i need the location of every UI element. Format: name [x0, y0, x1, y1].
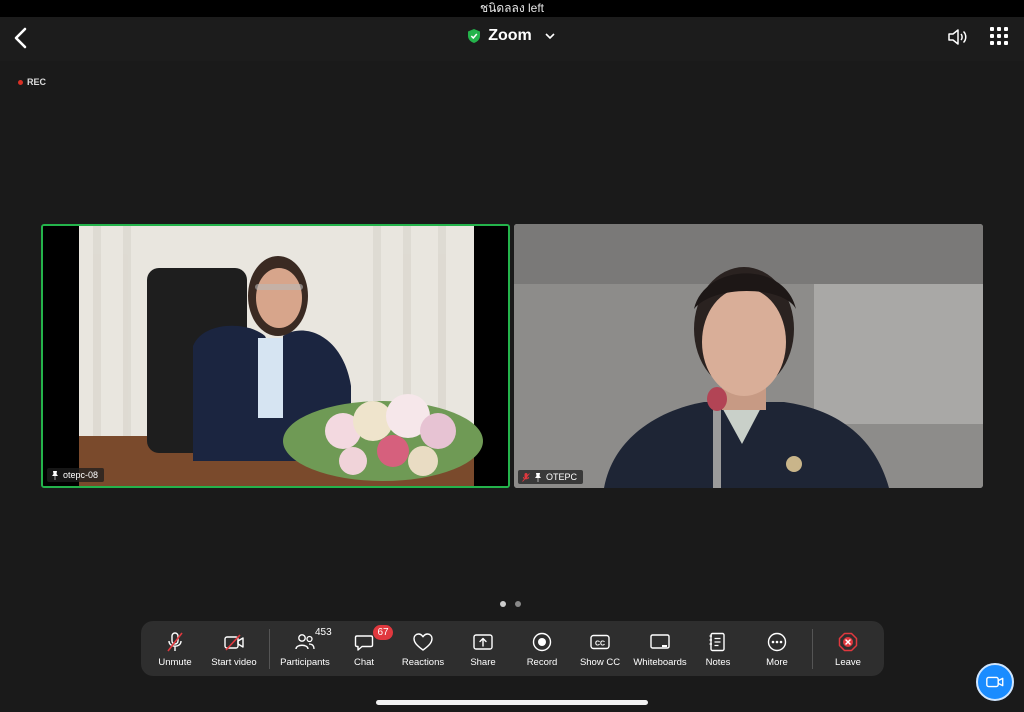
participant-name: OTEPC — [546, 472, 578, 482]
participants-count: 453 — [315, 627, 332, 638]
grid-dot — [990, 41, 994, 45]
grid-dot — [1004, 34, 1008, 38]
whiteboards-button[interactable]: Whiteboards — [631, 621, 689, 676]
video-tile-otepc[interactable]: OTEPC — [514, 224, 983, 488]
grid-dot — [997, 34, 1001, 38]
microphone-muted-icon — [522, 472, 530, 482]
page-dot-2[interactable] — [515, 601, 521, 607]
show-cc-button[interactable]: CC Show CC — [577, 621, 623, 676]
whiteboard-icon — [650, 634, 670, 649]
show-cc-label: Show CC — [579, 657, 621, 668]
participant-name: otepc-08 — [63, 470, 99, 480]
participant-name-tag: otepc-08 — [47, 468, 105, 482]
record-label: Record — [526, 657, 558, 668]
grid-dot — [990, 27, 994, 31]
meeting-toolbar: Unmute Start video Participants 453 Chat… — [141, 621, 884, 676]
view-grid-button[interactable] — [990, 27, 1008, 45]
notes-label: Notes — [705, 657, 731, 668]
meeting-title: Zoom — [488, 27, 532, 44]
participants-label: Participants — [280, 657, 330, 668]
unmute-button[interactable]: Unmute — [151, 621, 199, 676]
pin-icon — [535, 472, 541, 482]
video-camera-icon — [986, 676, 1004, 688]
notes-button[interactable]: Notes — [699, 621, 737, 676]
chat-icon — [354, 635, 374, 651]
grid-dot — [1004, 27, 1008, 31]
grid-dot — [990, 34, 994, 38]
speaker-icon — [948, 29, 967, 45]
recording-indicator: REC — [18, 77, 46, 87]
camera-fab-button[interactable] — [976, 663, 1014, 701]
closed-captions-icon: CC — [590, 634, 610, 650]
speaker-button[interactable] — [946, 26, 968, 48]
grid-dot — [1004, 41, 1008, 45]
leave-label: Leave — [835, 657, 861, 668]
status-bar: ชนิดลลง left — [0, 0, 1024, 17]
more-icon — [767, 632, 787, 652]
pin-icon — [52, 470, 58, 480]
page-indicator[interactable] — [500, 601, 521, 607]
start-video-button[interactable]: Start video — [207, 621, 261, 676]
record-icon — [532, 632, 552, 652]
participant-name-tag: OTEPC — [518, 470, 584, 484]
video-tile-otepc-08[interactable]: otepc-08 — [41, 224, 510, 488]
chat-label: Chat — [353, 657, 375, 668]
page-dot-1[interactable] — [500, 601, 506, 607]
status-bar-text: ชนิดลลง left — [479, 1, 545, 15]
microphone-muted-icon — [167, 632, 183, 652]
record-button[interactable]: Record — [521, 621, 563, 676]
leave-icon — [838, 632, 858, 652]
start-video-label: Start video — [211, 657, 257, 668]
reactions-label: Reactions — [401, 657, 445, 668]
share-button[interactable]: Share — [463, 621, 503, 676]
svg-text:CC: CC — [595, 640, 605, 647]
record-dot-icon — [18, 79, 23, 85]
grid-dot — [997, 41, 1001, 45]
video-off-icon — [224, 634, 244, 651]
chevron-down-icon — [545, 33, 555, 40]
participants-icon — [295, 634, 315, 650]
meeting-title-button[interactable]: Zoom — [0, 27, 1024, 48]
toolbar-divider — [269, 629, 270, 669]
leave-button[interactable]: Leave — [827, 621, 869, 676]
share-label: Share — [470, 657, 496, 668]
whiteboards-label: Whiteboards — [633, 657, 687, 668]
reactions-button[interactable]: Reactions — [399, 621, 447, 676]
top-bar: Zoom — [0, 17, 1024, 61]
more-label: More — [766, 657, 788, 668]
chat-unread-badge: 67 — [373, 625, 393, 640]
unmute-label: Unmute — [158, 657, 192, 668]
notes-icon — [709, 632, 725, 652]
share-screen-icon — [473, 634, 493, 650]
participant-video — [43, 226, 508, 486]
shield-check-icon — [468, 29, 481, 43]
home-indicator[interactable] — [376, 700, 648, 705]
grid-dot — [997, 27, 1001, 31]
heart-icon — [413, 633, 433, 651]
more-button[interactable]: More — [757, 621, 797, 676]
participant-video — [514, 224, 983, 488]
toolbar-divider — [812, 629, 813, 669]
recording-label: REC — [27, 77, 47, 87]
